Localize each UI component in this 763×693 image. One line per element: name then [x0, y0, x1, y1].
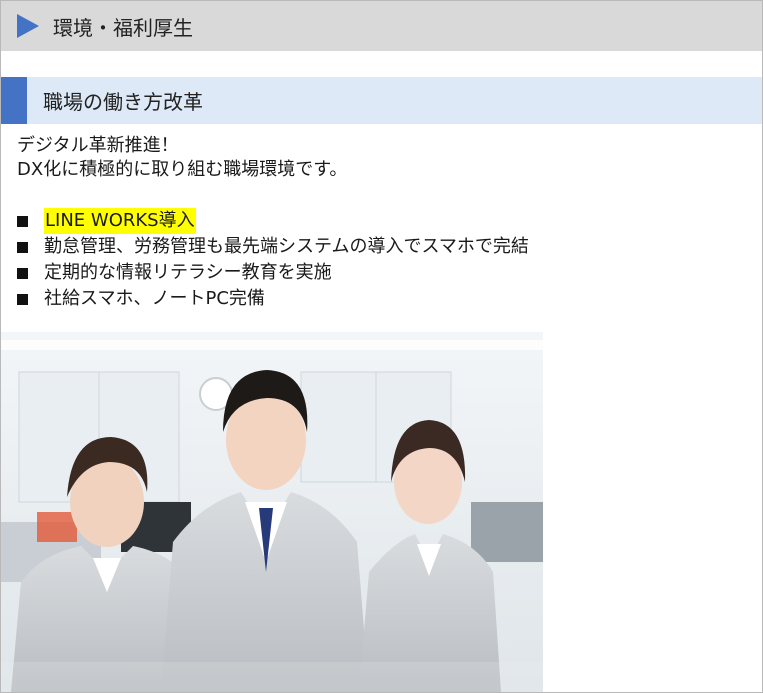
list-item-text: 定期的な情報リテラシー教育を実施 — [44, 262, 332, 283]
list-item-text-highlighted: LINE WORKS導入 — [44, 208, 196, 234]
intro-line-2: DX化に積極的に取り組む職場環境です。 — [17, 159, 348, 180]
intro-text: デジタル革新推進！ DX化に積極的に取り組む職場環境です。 — [17, 134, 347, 182]
content-panel: 環境・福利厚生 職場の働き方改革 デジタル革新推進！ DX化に積極的に取り組む職… — [0, 0, 763, 693]
subsection-title: 職場の働き方改革 — [43, 90, 203, 114]
subsection-accent-bar — [1, 77, 27, 124]
list-item: LINE WORKS導入 — [17, 208, 529, 234]
subsection-header: 職場の働き方改革 — [1, 77, 762, 124]
feature-list: LINE WORKS導入 勤怠管理、労務管理も最先端システムの導入でスマホで完結… — [17, 208, 529, 312]
list-item: 勤怠管理、労務管理も最先端システムの導入でスマホで完結 — [17, 234, 529, 260]
square-bullet-icon — [17, 215, 28, 227]
list-item-text: 勤怠管理、労務管理も最先端システムの導入でスマホで完結 — [44, 236, 529, 257]
section-header: 環境・福利厚生 — [1, 1, 762, 51]
square-bullet-icon — [17, 293, 28, 305]
square-bullet-icon — [17, 241, 28, 253]
section-title: 環境・福利厚生 — [53, 15, 193, 40]
triangle-right-icon — [17, 14, 39, 38]
list-item: 定期的な情報リテラシー教育を実施 — [17, 260, 529, 286]
intro-line-1: デジタル革新推進！ — [17, 135, 179, 156]
staff-photo — [1, 332, 543, 692]
square-bullet-icon — [17, 267, 28, 279]
list-item-text: 社給スマホ、ノートPC完備 — [44, 288, 265, 309]
list-item: 社給スマホ、ノートPC完備 — [17, 286, 529, 312]
